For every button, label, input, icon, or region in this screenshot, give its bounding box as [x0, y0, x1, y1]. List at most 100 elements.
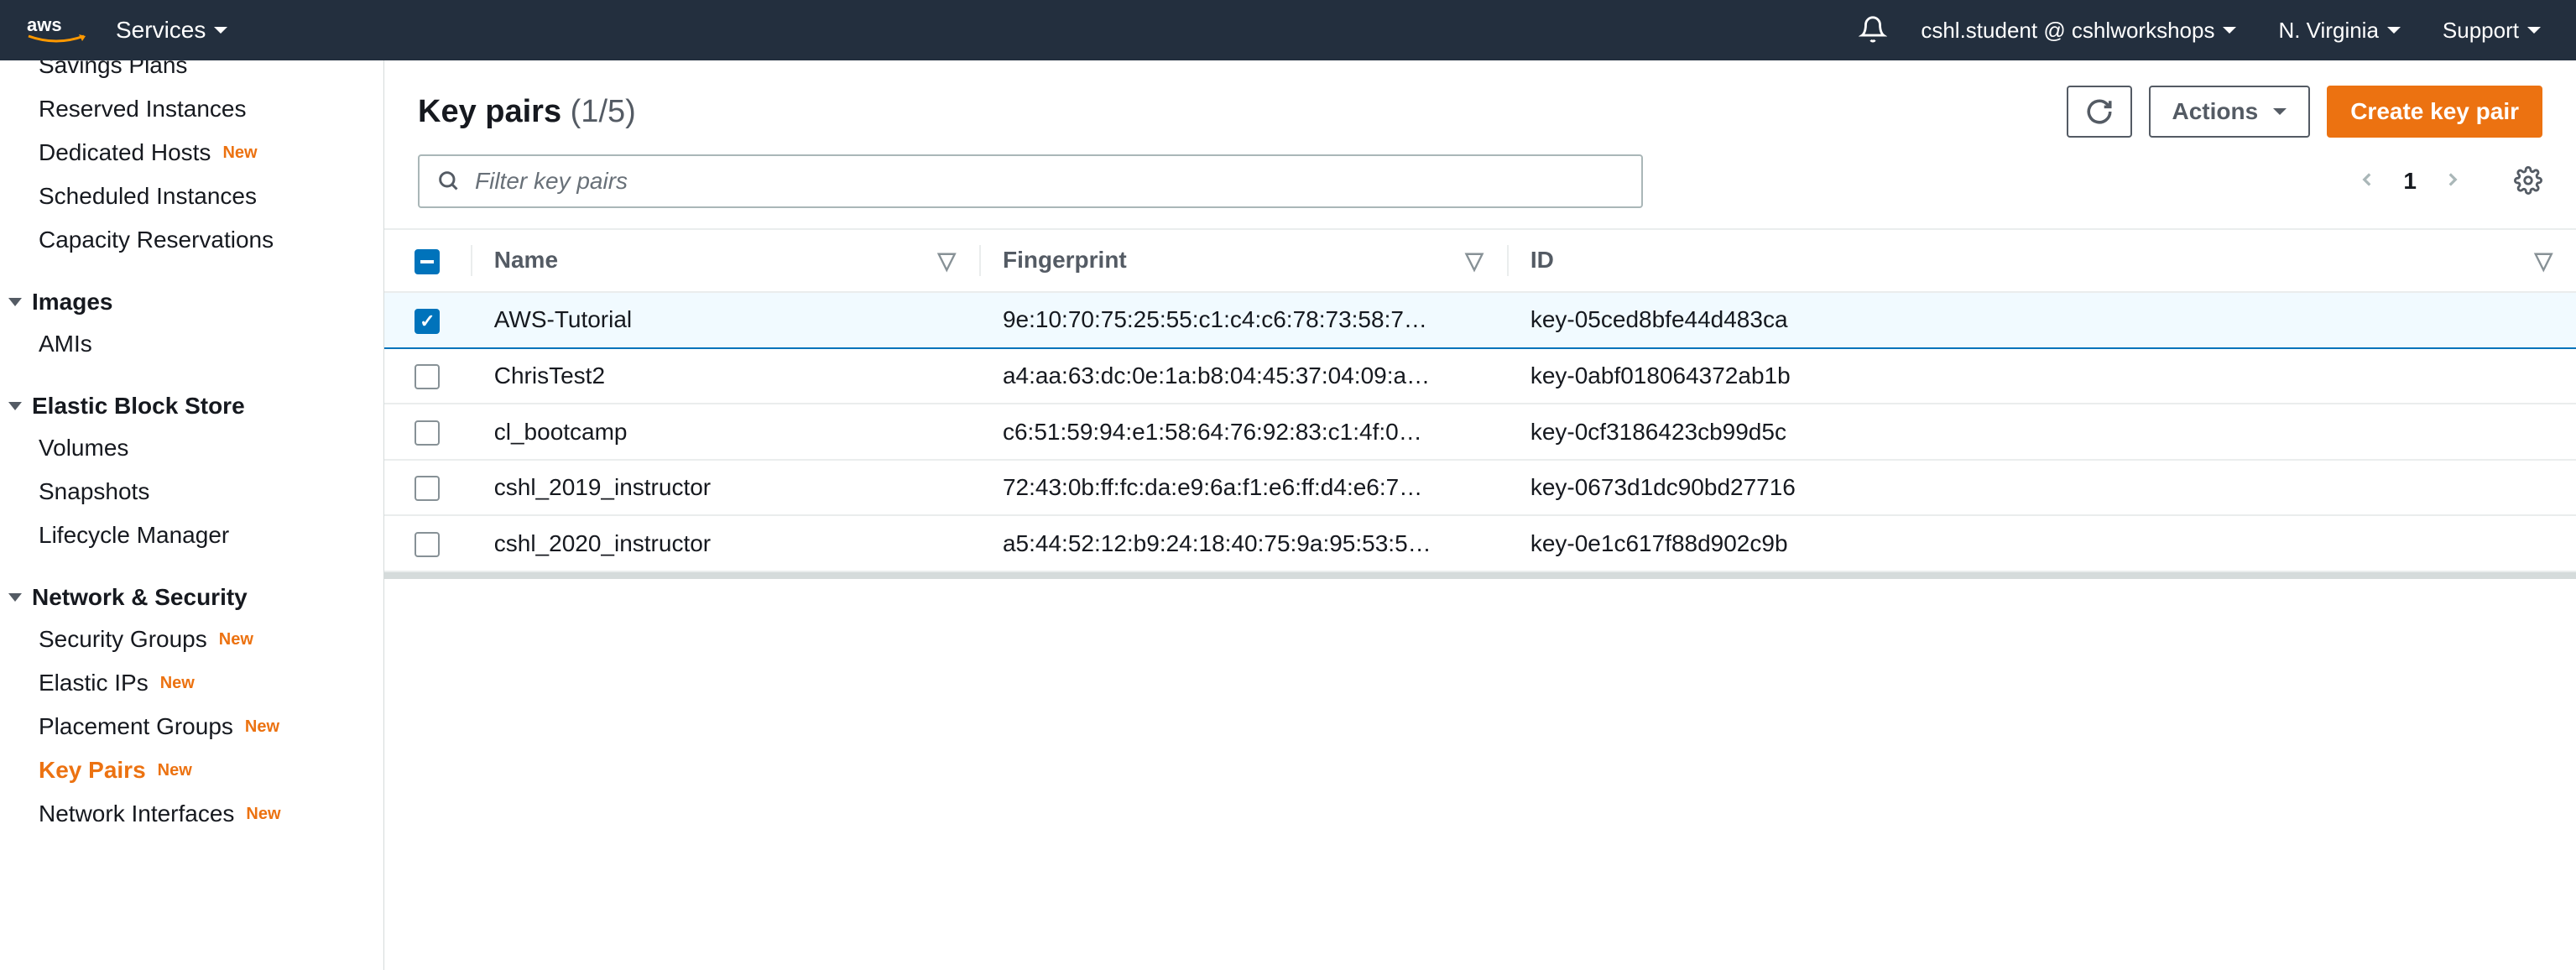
cell-fingerprint: 9e:10:70:75:25:55:c1:c4:c6:78:73:58:7…: [979, 292, 1507, 348]
horizontal-scrollbar[interactable]: [384, 572, 2576, 579]
search-icon: [436, 169, 460, 195]
page-title: Key pairs (1/5): [418, 94, 636, 130]
cell-id: key-0cf3186423cb99d5c: [1507, 404, 2576, 460]
sidebar-item[interactable]: Dedicated Hosts New: [0, 131, 383, 175]
caret-down-icon: [8, 402, 22, 410]
sidebar-item[interactable]: Key Pairs New: [0, 748, 383, 792]
sidebar-item[interactable]: Volumes: [0, 426, 383, 470]
sidebar-section-title: Images: [32, 289, 113, 316]
sidebar-item[interactable]: Snapshots: [0, 470, 383, 514]
create-key-pair-button[interactable]: Create key pair: [2327, 86, 2542, 138]
caret-down-icon: [2273, 108, 2287, 115]
row-checkbox[interactable]: [415, 309, 440, 334]
cell-name: cl_bootcamp: [471, 404, 979, 460]
actions-label: Actions: [2172, 98, 2259, 125]
table-row[interactable]: cshl_2019_instructor72:43:0b:ff:fc:da:e9…: [384, 460, 2576, 516]
column-name-header[interactable]: Name ▽: [471, 229, 979, 292]
sidebar-item-label: Lifecycle Manager: [39, 522, 229, 549]
sort-caret-icon: ▽: [2534, 247, 2553, 274]
sidebar-item-label: Snapshots: [39, 478, 149, 505]
row-checkbox[interactable]: [415, 532, 440, 557]
column-fingerprint-header[interactable]: Fingerprint ▽: [979, 229, 1507, 292]
table-row[interactable]: cl_bootcampc6:51:59:94:e1:58:64:76:92:83…: [384, 404, 2576, 460]
svg-text:aws: aws: [27, 14, 62, 35]
settings-button[interactable]: [2514, 166, 2542, 197]
sidebar-item[interactable]: Network Interfaces New: [0, 792, 383, 836]
account-menu[interactable]: cshl.student @ cshlworkshops: [1921, 18, 2245, 44]
prev-page-button[interactable]: [2356, 166, 2378, 197]
user-label: cshl.student @ cshlworkshops: [1921, 18, 2214, 44]
support-menu[interactable]: Support: [2443, 18, 2549, 44]
new-badge: New: [219, 630, 253, 649]
sidebar-item-label: Elastic IPs: [39, 670, 149, 696]
key-pairs-table: Name ▽ Fingerprint ▽ ID ▽ AWS-Tutoria: [384, 228, 2576, 572]
sidebar-item-label: Reserved Instances: [39, 96, 246, 123]
cell-fingerprint: c6:51:59:94:e1:58:64:76:92:83:c1:4f:0…: [979, 404, 1507, 460]
refresh-button[interactable]: [2067, 86, 2132, 138]
caret-down-icon: [2223, 27, 2236, 34]
new-badge: New: [160, 674, 195, 693]
notifications-icon[interactable]: [1859, 15, 1887, 46]
cell-name: cshl_2020_instructor: [471, 515, 979, 571]
sidebar-section-header[interactable]: Images: [0, 282, 383, 322]
page-title-count: (1/5): [571, 94, 636, 129]
cell-id: key-05ced8bfe44d483ca: [1507, 292, 2576, 348]
pagination: 1: [2356, 166, 2542, 197]
sidebar-item-label: Network Interfaces: [39, 801, 234, 827]
cell-id: key-0abf018064372ab1b: [1507, 348, 2576, 404]
sidebar-section-header[interactable]: Elastic Block Store: [0, 386, 383, 426]
sidebar-item[interactable]: AMIs: [0, 322, 383, 366]
sidebar-item-label: Security Groups: [39, 626, 207, 653]
new-badge: New: [158, 761, 192, 780]
page-title-text: Key pairs: [418, 94, 561, 129]
create-label: Create key pair: [2350, 98, 2519, 125]
filter-input[interactable]: [475, 168, 1624, 195]
sidebar-item-label: AMIs: [39, 331, 92, 357]
sidebar-item-label: Dedicated Hosts: [39, 139, 211, 166]
sidebar-item[interactable]: Reserved Instances: [0, 87, 383, 131]
sidebar-item[interactable]: Security Groups New: [0, 618, 383, 661]
sort-caret-icon: ▽: [1465, 247, 1484, 274]
filter-field[interactable]: [418, 154, 1643, 208]
sidebar-item[interactable]: Savings Plans: [0, 60, 383, 87]
sidebar-item[interactable]: Scheduled Instances: [0, 175, 383, 218]
table-row[interactable]: AWS-Tutorial9e:10:70:75:25:55:c1:c4:c6:7…: [384, 292, 2576, 348]
new-badge: New: [246, 805, 280, 824]
aws-logo[interactable]: aws: [27, 13, 86, 48]
select-all-checkbox[interactable]: [415, 249, 440, 274]
sidebar-item-label: Capacity Reservations: [39, 227, 274, 253]
actions-button[interactable]: Actions: [2149, 86, 2311, 138]
sort-caret-icon: ▽: [937, 247, 956, 274]
row-checkbox[interactable]: [415, 420, 440, 446]
top-navigation: aws Services cshl.student @ cshlworkshop…: [0, 0, 2576, 60]
sidebar-item-label: Key Pairs: [39, 757, 146, 784]
refresh-icon: [2085, 97, 2114, 126]
cell-fingerprint: a5:44:52:12:b9:24:18:40:75:9a:95:53:5…: [979, 515, 1507, 571]
table-row[interactable]: cshl_2020_instructora5:44:52:12:b9:24:18…: [384, 515, 2576, 571]
cell-name: ChrisTest2: [471, 348, 979, 404]
caret-down-icon: [2387, 27, 2401, 34]
caret-down-icon: [214, 27, 227, 34]
cell-name: AWS-Tutorial: [471, 292, 979, 348]
sidebar-item[interactable]: Elastic IPs New: [0, 661, 383, 705]
sidebar-item-label: Volumes: [39, 435, 128, 462]
new-badge: New: [222, 143, 257, 163]
sidebar-item[interactable]: Placement GroupsNew: [0, 705, 383, 748]
region-menu[interactable]: N. Virginia: [2278, 18, 2408, 44]
cell-fingerprint: 72:43:0b:ff:fc:da:e9:6a:f1:e6:ff:d4:e6:7…: [979, 460, 1507, 516]
caret-down-icon: [2527, 27, 2541, 34]
column-id-header[interactable]: ID ▽: [1507, 229, 2576, 292]
row-checkbox[interactable]: [415, 476, 440, 501]
sidebar-item-label: Savings Plans: [39, 60, 187, 79]
next-page-button[interactable]: [2442, 166, 2464, 197]
caret-down-icon: [8, 593, 22, 602]
services-menu[interactable]: Services: [116, 17, 236, 44]
sidebar-item[interactable]: Capacity Reservations: [0, 218, 383, 262]
sidebar-section-header[interactable]: Network & Security: [0, 577, 383, 618]
services-label: Services: [116, 17, 206, 44]
sidebar-item[interactable]: Lifecycle Manager: [0, 514, 383, 557]
cell-id: key-0e1c617f88d902c9b: [1507, 515, 2576, 571]
row-checkbox[interactable]: [415, 364, 440, 389]
cell-name: cshl_2019_instructor: [471, 460, 979, 516]
table-row[interactable]: ChrisTest2a4:aa:63:dc:0e:1a:b8:04:45:37:…: [384, 348, 2576, 404]
